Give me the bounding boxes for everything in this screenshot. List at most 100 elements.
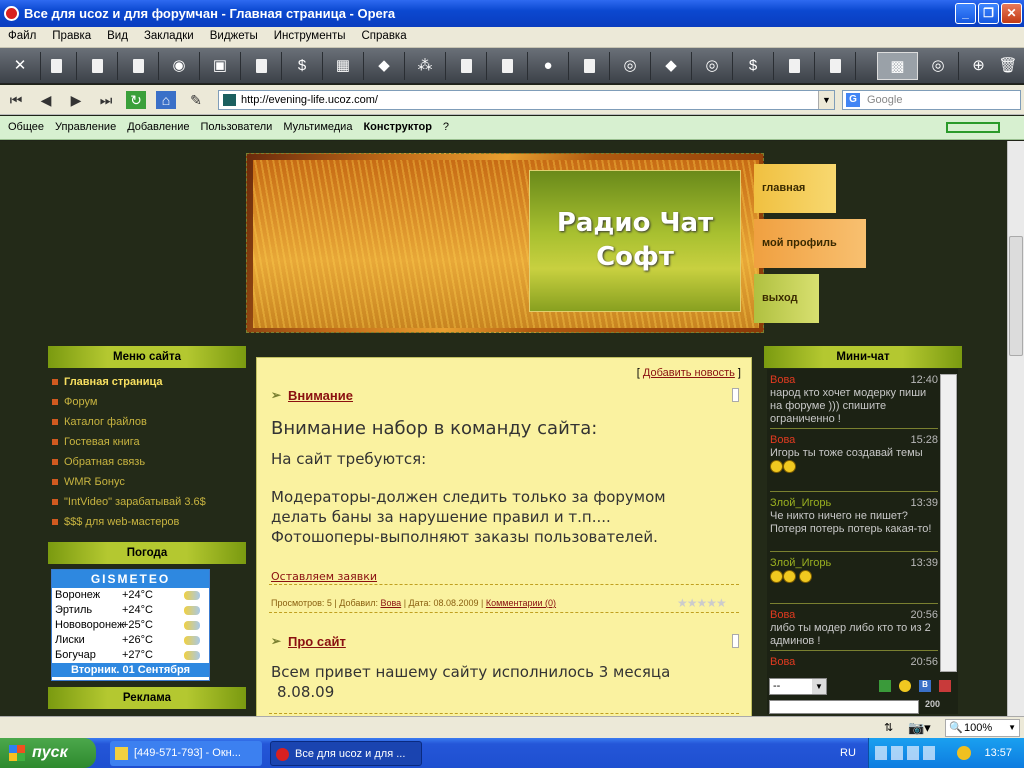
menu-item-home[interactable]: Главная страница — [48, 372, 246, 392]
tab-active[interactable]: ▩ — [877, 52, 918, 80]
chat-author[interactable]: Вова — [770, 609, 795, 621]
tab-5[interactable]: ▣ — [200, 52, 241, 80]
menu-tools[interactable]: Инструменты — [266, 27, 354, 42]
tab-3[interactable] — [118, 52, 159, 80]
menu-widgets[interactable]: Виджеты — [202, 27, 266, 42]
edit-icon[interactable]: ✎ — [186, 91, 206, 109]
language-indicator[interactable]: RU — [840, 738, 856, 768]
chat-author[interactable]: Вова — [770, 434, 795, 446]
tab-9[interactable]: ◆ — [364, 52, 405, 80]
ucoz-management[interactable]: Управление — [47, 116, 119, 133]
meta-comments[interactable]: Комментарии (0) — [486, 598, 556, 608]
tab-1[interactable] — [36, 52, 77, 80]
tab-2[interactable] — [77, 52, 118, 80]
start-button[interactable]: пуск — [0, 738, 96, 768]
tray-app-icon[interactable] — [957, 746, 971, 760]
menu-bar: Файл Правка Вид Закладки Виджеты Инструменты С… — [0, 27, 1024, 48]
minichat-scrollbar[interactable] — [940, 374, 957, 672]
tab-13[interactable]: ● — [528, 52, 569, 80]
add-news-link[interactable]: Добавить новость — [643, 367, 735, 379]
fast-forward-icon[interactable]: ⏭ — [96, 91, 116, 109]
tab-19[interactable] — [774, 52, 815, 80]
zoom-control[interactable]: 🔍 100% ▼ — [945, 719, 1020, 737]
scroll-thumb[interactable] — [1009, 236, 1023, 356]
rating-stars-icon[interactable]: ★★★★★ — [677, 596, 727, 610]
menu-item-forum[interactable]: Форум — [48, 392, 246, 412]
menu-item-intvideo[interactable]: "IntVideo" зарабатывай 3.6$ — [48, 492, 246, 512]
post-title[interactable]: Про сайт — [271, 634, 346, 649]
tab-14[interactable] — [569, 52, 610, 80]
chat-author[interactable]: Вова — [770, 656, 795, 668]
nav-home[interactable]: главная — [754, 164, 836, 213]
menu-item-webmasters[interactable]: $$$ для web-мастеров — [48, 512, 246, 532]
page-scrollbar[interactable] — [1007, 141, 1024, 716]
restore-button[interactable]: ❐ — [978, 3, 999, 24]
menu-bookmarks[interactable]: Закладки — [136, 27, 202, 42]
ucoz-help[interactable]: ? — [435, 116, 452, 133]
post-text: На сайт требуются: — [271, 450, 427, 468]
menu-item-feedback[interactable]: Обратная связь — [48, 452, 246, 472]
tab-15[interactable]: ◎ — [610, 52, 651, 80]
tab-11[interactable] — [446, 52, 487, 80]
menu-item-wmr[interactable]: WMR Бонус — [48, 472, 246, 492]
nav-logout[interactable]: выход — [754, 274, 819, 323]
back-icon[interactable]: ◀ — [36, 91, 56, 109]
tab-10[interactable]: ⁂ — [405, 52, 446, 80]
image-icon[interactable] — [939, 680, 951, 692]
tab-7[interactable]: $ — [282, 52, 323, 80]
menu-view[interactable]: Вид — [99, 27, 136, 42]
chat-author[interactable]: Злой_Игорь — [770, 497, 831, 509]
weather-widget[interactable]: GISMETEO Воронеж +24°C Эртиль +24°C Новово… — [51, 569, 210, 681]
tools-icon[interactable]: ✕ — [0, 52, 41, 80]
post-options-icon[interactable] — [732, 388, 739, 402]
nav-profile[interactable]: мой профиль — [754, 219, 866, 268]
tab-6[interactable] — [241, 52, 282, 80]
smiley-picker-icon[interactable] — [899, 680, 911, 692]
rewind-icon[interactable]: ⏮ — [6, 91, 26, 109]
smiley-select[interactable]: -- ▼ — [769, 678, 827, 695]
menu-item-guestbook[interactable]: Гостевая книга — [48, 432, 246, 452]
chat-author[interactable]: Вова — [770, 374, 795, 386]
forward-icon[interactable]: ▶ — [66, 91, 86, 109]
search-placeholder: Google — [867, 94, 903, 106]
post-options-icon[interactable] — [732, 634, 739, 648]
tray-icons[interactable] — [875, 746, 935, 760]
slider-icon[interactable] — [946, 122, 1000, 133]
reload-icon[interactable]: ↻ — [126, 91, 146, 109]
tab-20[interactable] — [815, 52, 856, 80]
home-icon[interactable]: ⌂ — [156, 91, 176, 109]
menu-item-files[interactable]: Каталог файлов — [48, 412, 246, 432]
ucoz-users[interactable]: Пользователи — [193, 116, 276, 133]
tab-16[interactable]: ◆ — [651, 52, 692, 80]
chat-author[interactable]: Злой_Игорь — [770, 557, 831, 569]
ucoz-add[interactable]: Добавление — [119, 116, 192, 133]
close-button[interactable]: ✕ — [1001, 3, 1022, 24]
tab-4[interactable]: ◉ — [159, 52, 200, 80]
refresh-icon[interactable] — [879, 680, 891, 692]
tab-22[interactable]: ◎ — [918, 52, 959, 80]
ucoz-multimedia[interactable]: Мультимедиа — [275, 116, 355, 133]
menu-edit[interactable]: Правка — [44, 27, 99, 42]
tab-8[interactable]: ▦ — [323, 52, 364, 80]
trash-icon[interactable]: 🗑 — [992, 52, 1024, 80]
post-title[interactable]: Внимание — [271, 388, 353, 403]
url-dropdown-icon[interactable]: ▼ — [818, 91, 834, 109]
ucoz-constructor[interactable]: Конструктор — [355, 116, 434, 133]
chat-input[interactable] — [769, 700, 919, 714]
panel-icon[interactable]: ⇅ — [884, 721, 900, 735]
search-field[interactable]: G Google — [842, 90, 1021, 110]
taskbar-item-calculator[interactable]: [449-571-793] - Окн... — [110, 741, 262, 766]
ucoz-general[interactable]: Общее — [0, 116, 47, 133]
menu-file[interactable]: Файл — [0, 27, 44, 42]
tab-18[interactable]: $ — [733, 52, 774, 80]
taskbar-item-opera[interactable]: Все для ucoz и для ... — [270, 741, 422, 766]
meta-author[interactable]: Вова — [380, 598, 401, 608]
url-field[interactable]: http://evening-life.ucoz.com/ ▼ — [218, 90, 835, 110]
camera-icon[interactable]: 📷▾ — [908, 720, 938, 736]
bold-icon[interactable]: B — [919, 680, 931, 692]
menu-help[interactable]: Справка — [354, 27, 415, 42]
tab-12[interactable] — [487, 52, 528, 80]
minimize-button[interactable]: _ — [955, 3, 976, 24]
tab-17[interactable]: ◎ — [692, 52, 733, 80]
post-link[interactable]: Оставляем заявки — [271, 570, 377, 583]
